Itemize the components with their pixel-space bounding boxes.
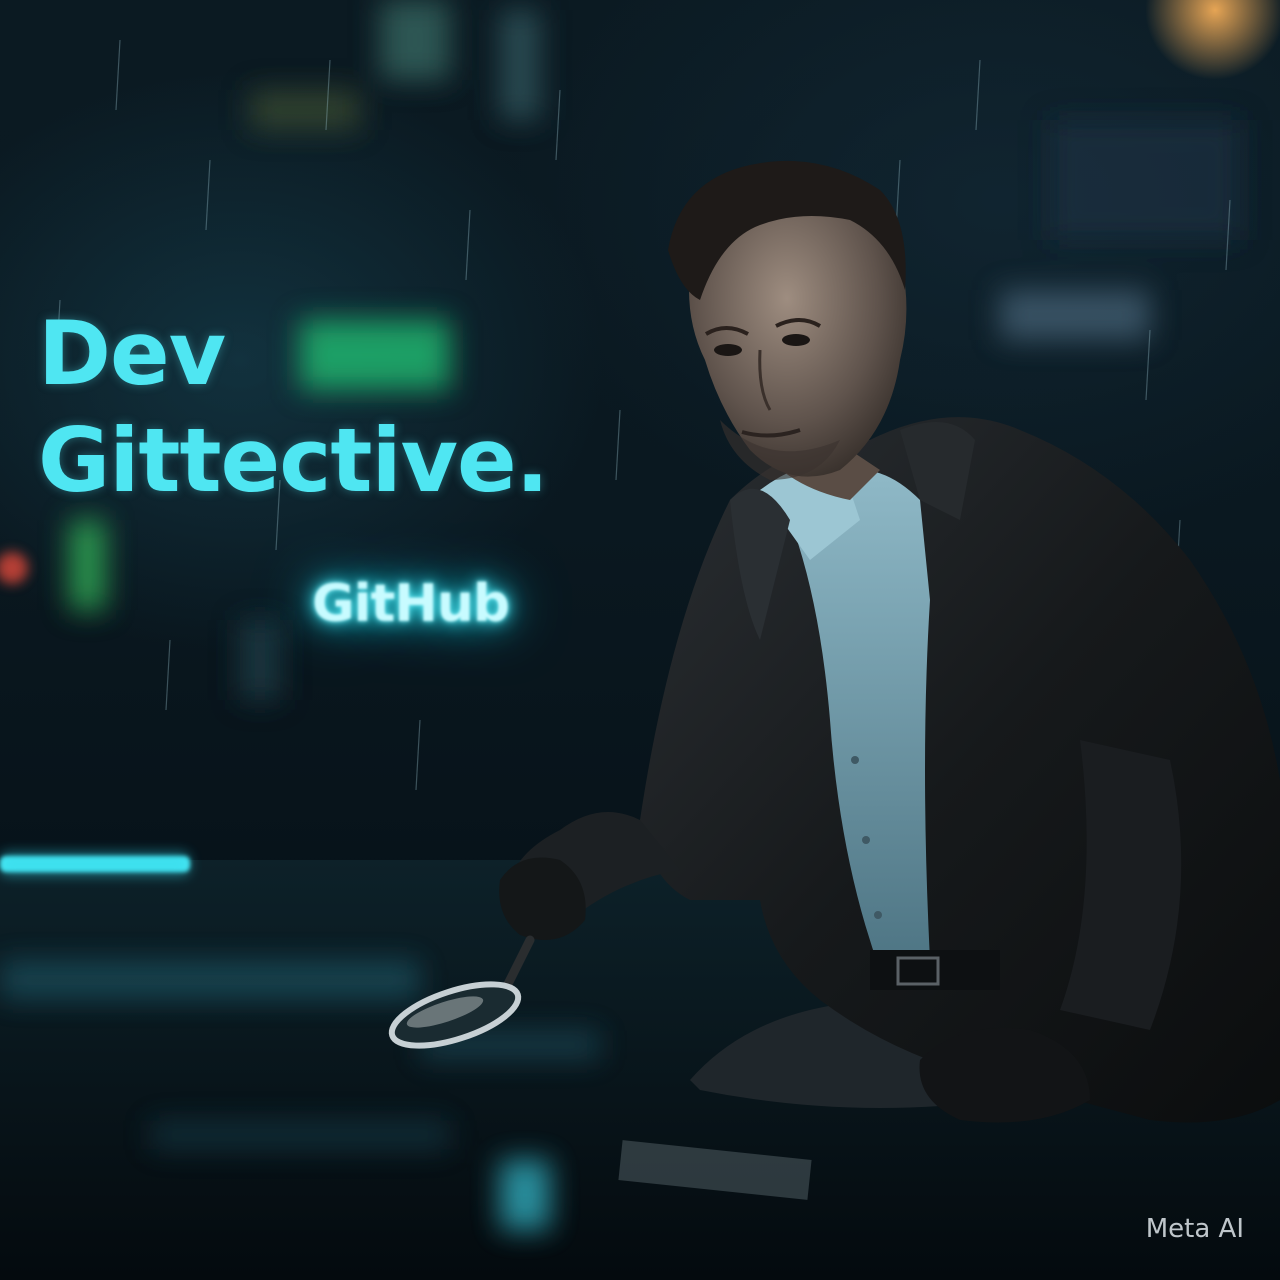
meta-ai-watermark: Meta AI [1145,1214,1244,1244]
github-neon-sign: GitHub [312,574,510,634]
poster-scene: Dev Gittective. GitHub Meta AI [0,0,1280,1280]
scene-illustration [0,0,1280,1280]
headline-line-2: Gittective. [38,409,549,513]
headline: Dev Gittective. [38,300,549,515]
headline-line-1: Dev [38,302,226,405]
